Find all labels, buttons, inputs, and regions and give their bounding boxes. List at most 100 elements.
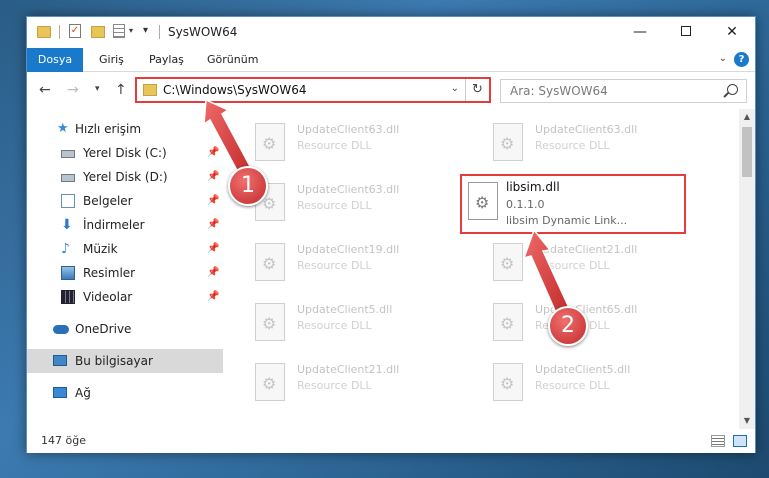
dll-file-icon [493,123,523,161]
maximize-button[interactable] [663,17,709,48]
quick-access-toolbar-dropdown-icon[interactable]: ▾ [143,25,148,41]
tab-home[interactable]: Giriş [87,48,136,72]
navigation-pane: ★ Hızlı erişim Yerel Disk (C:) 📌 Yerel D… [27,109,223,429]
video-icon [61,290,75,304]
large-icons-view-icon[interactable] [733,435,747,447]
list-item[interactable]: UpdateClient19.dll Resource DLL [247,239,477,293]
network-icon [53,387,67,398]
disk-icon [61,174,75,182]
vertical-scrollbar[interactable]: ▲ ▼ [739,109,755,429]
sidebar-item-label: OneDrive [75,322,132,336]
list-item[interactable]: UpdateClient63.dll Resource DLL [247,119,477,173]
expand-ribbon-icon[interactable]: ⌄ [719,53,727,64]
sidebar-item-local-disk-c[interactable]: Yerel Disk (C:) 📌 [27,141,223,165]
pin-icon[interactable]: 📌 [207,189,219,213]
file-description: libsim Dynamic Link... [506,214,628,227]
title-bar: ✓ ▾ ▾ SysWOW64 — ✕ [27,17,755,48]
sidebar-item-quick-access[interactable]: ★ Hızlı erişim [27,117,223,141]
search-icon[interactable] [727,84,738,95]
pin-icon[interactable]: 📌 [207,213,219,237]
item-count: 147 öğe [41,434,86,447]
file-name: UpdateClient63.dll [297,183,400,196]
sidebar-item-network[interactable]: Ağ [27,381,223,405]
sidebar-item-onedrive[interactable]: OneDrive [27,317,223,341]
file-version: 0.1.1.0 [506,198,545,211]
dll-file-icon [255,363,285,401]
tab-file[interactable]: Dosya [27,48,83,72]
up-button[interactable]: ↑ [115,82,127,98]
explorer-window: ✓ ▾ ▾ SysWOW64 — ✕ Dosya Giriş Paylaş Gö… [26,16,756,453]
sidebar-item-label: Müzik [83,242,118,256]
sidebar-item-label: Videolar [83,290,133,304]
refresh-button[interactable]: ↻ [465,79,489,101]
download-icon: ⬇ [61,217,73,233]
folder-icon [37,26,51,38]
file-name: UpdateClient21.dll [297,363,400,376]
sidebar-item-downloads[interactable]: ⬇ İndirmeler 📌 [27,213,223,237]
list-item[interactable]: UpdateClient5.dll Resource DLL [247,299,477,353]
file-list: UpdateClient63.dll Resource DLL UpdateCl… [223,109,739,429]
pin-icon[interactable]: 📌 [207,141,219,165]
properties-check-icon[interactable]: ✓ [69,24,81,38]
list-item[interactable]: UpdateClient5.dll Resource DLL [485,359,715,413]
chevron-down-icon[interactable]: ▾ [129,26,133,42]
minimize-button[interactable]: — [617,17,663,48]
list-item[interactable]: UpdateClient63.dll Resource DLL [485,119,715,173]
recent-locations-button[interactable]: ▾ [95,84,100,94]
tab-view[interactable]: Görünüm [195,48,270,72]
help-icon[interactable]: ? [734,52,749,67]
address-bar[interactable]: C:\Windows\SysWOW64 ⌄ ↻ [135,77,491,103]
dll-file-icon [255,303,285,341]
scroll-up-icon[interactable]: ▲ [739,109,755,125]
address-path[interactable]: C:\Windows\SysWOW64 [163,83,307,97]
folder-icon [143,84,157,96]
dll-file-icon [468,182,498,220]
file-name: UpdateClient19.dll [297,243,400,256]
back-button[interactable]: ← [39,82,51,98]
sidebar-item-pictures[interactable]: Resimler 📌 [27,261,223,285]
details-view-icon[interactable] [711,435,725,447]
sidebar-item-label: Hızlı erişim [75,122,142,136]
sidebar-item-label: Belgeler [83,194,133,208]
close-button[interactable]: ✕ [709,17,755,48]
music-icon: ♪ [61,241,70,257]
customize-icon[interactable] [113,24,125,38]
separator [59,25,60,39]
step-1-badge: 1 [228,166,268,206]
pin-icon[interactable]: 📌 [207,165,219,189]
pin-icon[interactable]: 📌 [207,237,219,261]
sidebar-item-local-disk-d[interactable]: Yerel Disk (D:) 📌 [27,165,223,189]
file-description: Resource DLL [535,259,610,272]
dll-file-icon [255,243,285,281]
sidebar-item-this-pc[interactable]: Bu bilgisayar [27,349,223,373]
search-box[interactable]: Ara: SysWOW64 [500,79,747,103]
search-placeholder[interactable]: Ara: SysWOW64 [510,84,608,98]
sidebar-item-documents[interactable]: Belgeler 📌 [27,189,223,213]
file-name: UpdateClient5.dll [535,363,631,376]
sidebar-item-music[interactable]: ♪ Müzik 📌 [27,237,223,261]
list-item[interactable]: UpdateClient21.dll Resource DLL [247,359,477,413]
sidebar-item-videos[interactable]: Videolar 📌 [27,285,223,309]
list-item[interactable]: UpdateClient63.dll Resource DLL [247,179,477,233]
address-dropdown-icon[interactable]: ⌄ [451,83,459,94]
separator [159,25,160,39]
file-description: Resource DLL [297,259,372,272]
tab-share[interactable]: Paylaş [137,48,196,72]
new-folder-icon[interactable] [91,26,105,38]
pictures-icon [61,266,75,280]
file-description: Resource DLL [297,139,372,152]
step-2-badge: 2 [548,306,588,346]
scroll-down-icon[interactable]: ▼ [739,413,755,429]
dll-file-icon [493,303,523,341]
file-name: UpdateClient63.dll [297,123,400,136]
window-title: SysWOW64 [168,25,238,39]
highlighted-file-item[interactable]: libsim.dll 0.1.1.0 libsim Dynamic Link..… [460,174,686,234]
documents-icon [61,194,75,208]
pin-icon[interactable]: 📌 [207,261,219,285]
list-item[interactable]: UpdateClient21.dll Resource DLL [485,239,715,293]
scrollbar-thumb[interactable] [742,127,752,177]
list-item[interactable]: UpdateClient65.dll Resource DLL [485,299,715,353]
pin-icon[interactable]: 📌 [207,285,219,309]
sidebar-item-label: Yerel Disk (C:) [83,146,167,160]
forward-button[interactable]: → [67,82,79,98]
